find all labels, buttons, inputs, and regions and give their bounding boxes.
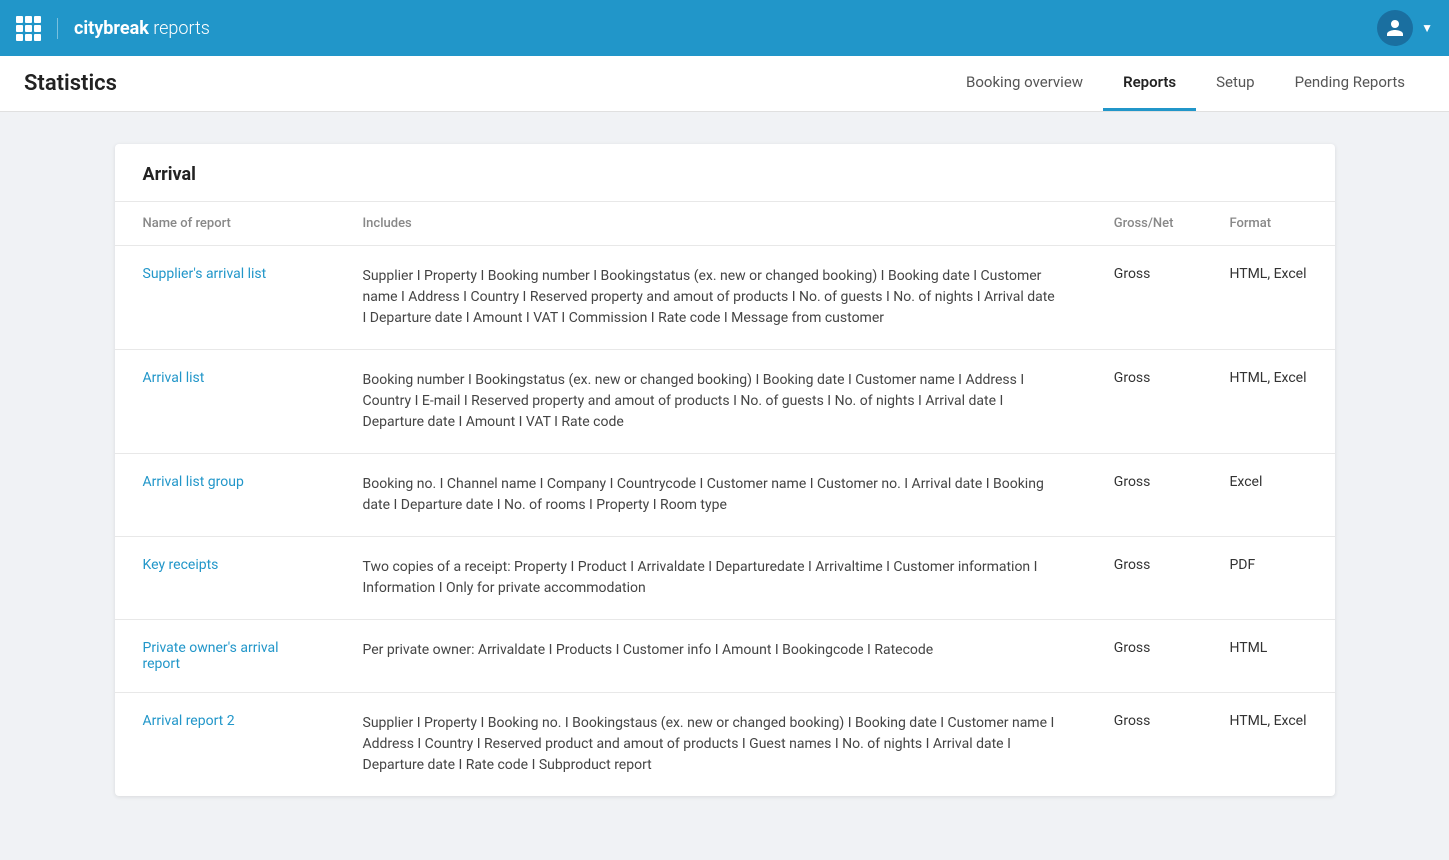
- nav-item-booking-overview[interactable]: Booking overview: [946, 56, 1103, 111]
- report-gross-net-arrival-list-group: Gross: [1086, 454, 1202, 537]
- section-title: Arrival: [115, 144, 1335, 202]
- topbar: citybreak reports ▼: [0, 0, 1449, 56]
- table-row: Supplier's arrival listSupplier I Proper…: [115, 246, 1335, 350]
- report-format-suppliers-arrival-list: HTML, Excel: [1201, 246, 1334, 350]
- user-menu-chevron-icon[interactable]: ▼: [1421, 21, 1433, 35]
- report-format-arrival-list: HTML, Excel: [1201, 350, 1334, 454]
- report-name-arrival-list[interactable]: Arrival list: [115, 350, 335, 454]
- brand-logo: citybreak reports: [57, 18, 210, 39]
- page-title: Statistics: [24, 71, 117, 96]
- report-format-key-receipts: PDF: [1201, 537, 1334, 620]
- table-row: Arrival listBooking number I Bookingstat…: [115, 350, 1335, 454]
- topbar-left: citybreak reports: [16, 16, 210, 41]
- nav-item-setup[interactable]: Setup: [1196, 56, 1274, 111]
- report-includes-arrival-report-2: Supplier I Property I Booking no. I Book…: [335, 693, 1086, 797]
- nav-item-pending-reports[interactable]: Pending Reports: [1275, 56, 1425, 111]
- report-gross-net-arrival-list: Gross: [1086, 350, 1202, 454]
- user-avatar[interactable]: [1377, 10, 1413, 46]
- report-gross-net-arrival-report-2: Gross: [1086, 693, 1202, 797]
- report-format-arrival-report-2: HTML, Excel: [1201, 693, 1334, 797]
- table-row: Arrival list groupBooking no. I Channel …: [115, 454, 1335, 537]
- report-name-arrival-report-2[interactable]: Arrival report 2: [115, 693, 335, 797]
- table-row: Key receiptsTwo copies of a receipt: Pro…: [115, 537, 1335, 620]
- topbar-right: ▼: [1377, 10, 1433, 46]
- report-gross-net-suppliers-arrival-list: Gross: [1086, 246, 1202, 350]
- reports-card: Arrival Name of report Includes Gross/Ne…: [115, 144, 1335, 796]
- secondnav-right: Booking overview Reports Setup Pending R…: [946, 56, 1425, 111]
- col-header-gross-net: Gross/Net: [1086, 202, 1202, 246]
- reports-table: Name of report Includes Gross/Net Format…: [115, 202, 1335, 796]
- col-header-name: Name of report: [115, 202, 335, 246]
- report-format-private-owners-arrival-report: HTML: [1201, 620, 1334, 693]
- report-gross-net-key-receipts: Gross: [1086, 537, 1202, 620]
- table-row: Arrival report 2Supplier I Property I Bo…: [115, 693, 1335, 797]
- report-name-key-receipts[interactable]: Key receipts: [115, 537, 335, 620]
- nav-item-reports[interactable]: Reports: [1103, 56, 1196, 111]
- report-includes-arrival-list-group: Booking no. I Channel name I Company I C…: [335, 454, 1086, 537]
- report-includes-suppliers-arrival-list: Supplier I Property I Booking number I B…: [335, 246, 1086, 350]
- app-grid-icon[interactable]: [16, 16, 41, 41]
- report-format-arrival-list-group: Excel: [1201, 454, 1334, 537]
- col-header-includes: Includes: [335, 202, 1086, 246]
- report-name-arrival-list-group[interactable]: Arrival list group: [115, 454, 335, 537]
- report-includes-arrival-list: Booking number I Bookingstatus (ex. new …: [335, 350, 1086, 454]
- report-name-suppliers-arrival-list[interactable]: Supplier's arrival list: [115, 246, 335, 350]
- main-content: Arrival Name of report Includes Gross/Ne…: [0, 112, 1449, 828]
- report-name-private-owners-arrival-report[interactable]: Private owner's arrival report: [115, 620, 335, 693]
- table-row: Private owner's arrival reportPer privat…: [115, 620, 1335, 693]
- report-includes-private-owners-arrival-report: Per private owner: Arrivaldate I Product…: [335, 620, 1086, 693]
- report-gross-net-private-owners-arrival-report: Gross: [1086, 620, 1202, 693]
- secondary-nav: Statistics Booking overview Reports Setu…: [0, 56, 1449, 112]
- col-header-format: Format: [1201, 202, 1334, 246]
- table-header-row: Name of report Includes Gross/Net Format: [115, 202, 1335, 246]
- report-includes-key-receipts: Two copies of a receipt: Property I Prod…: [335, 537, 1086, 620]
- secondnav-left: Statistics: [24, 56, 946, 111]
